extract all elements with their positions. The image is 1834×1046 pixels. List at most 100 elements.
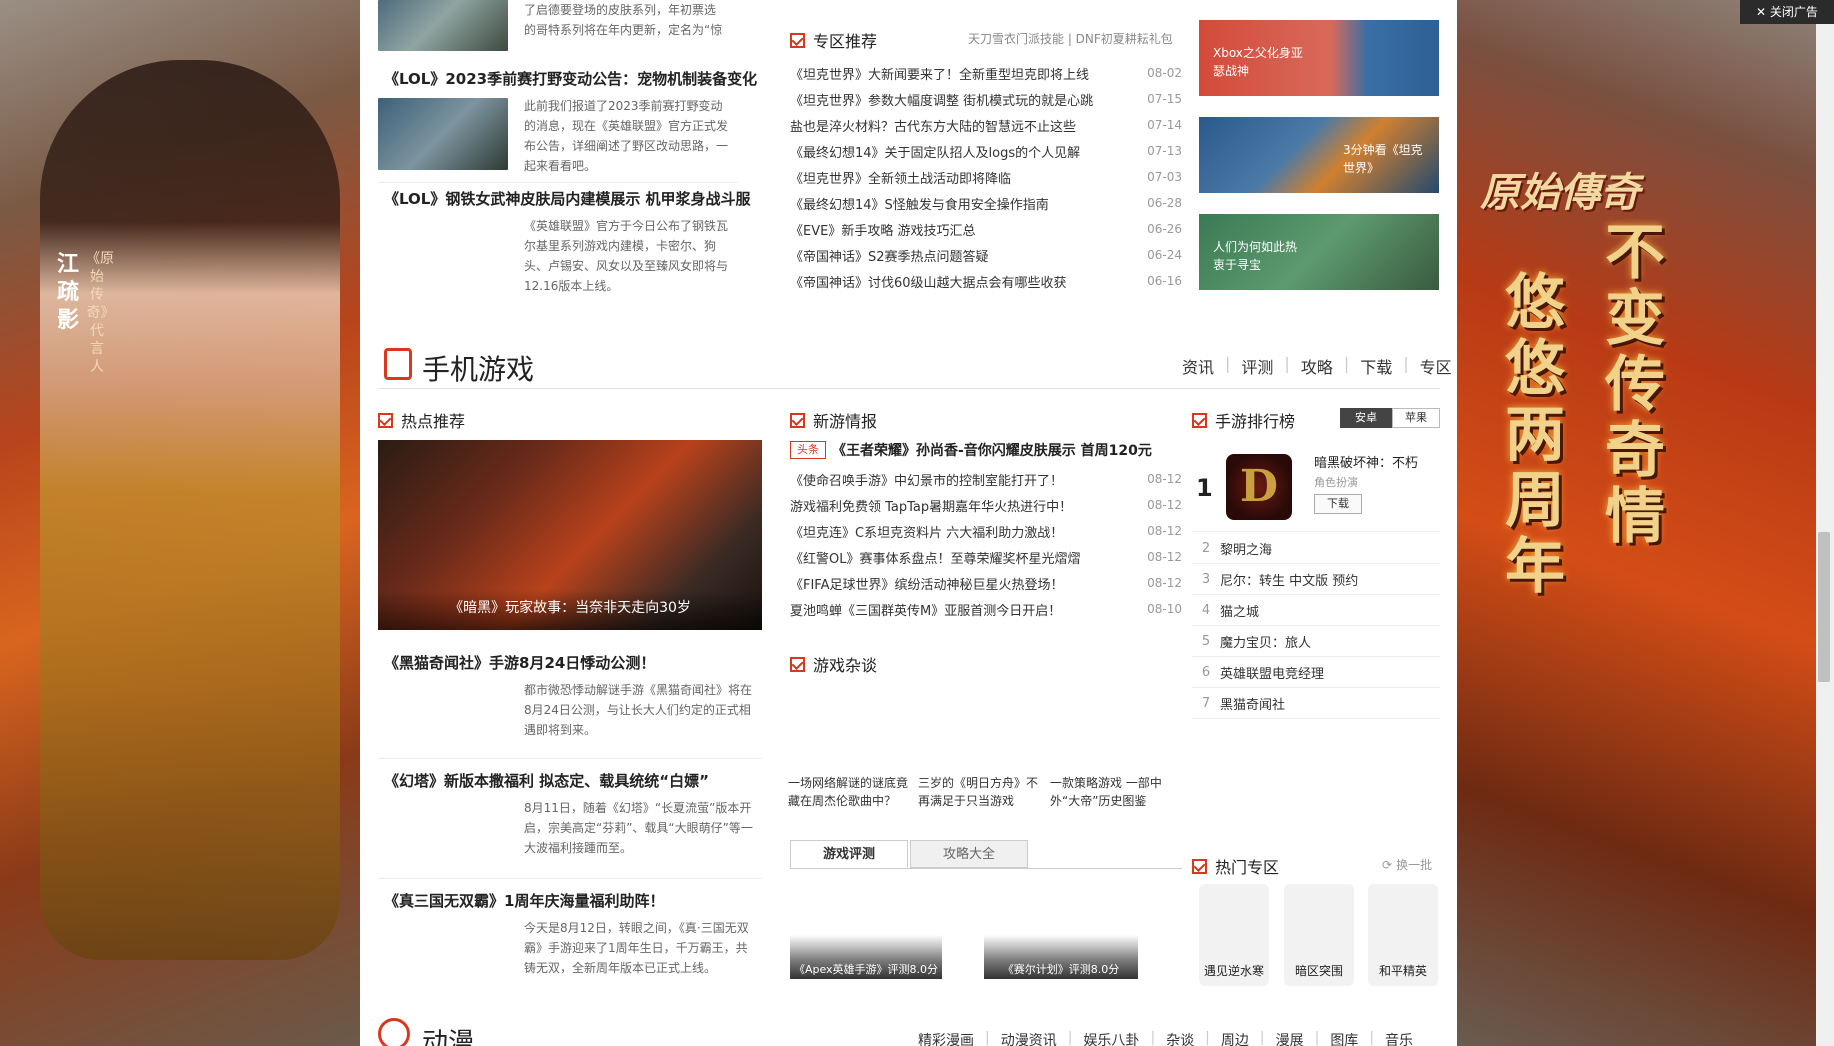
section-title: 手机游戏 (422, 353, 535, 386)
zone-rec-item[interactable]: 盐也是淬火材料？古代东方大陆的智慧远不止这些 07-14 (790, 112, 1182, 138)
zone-rec-item[interactable]: 《EVE》新手攻略 游戏技巧汇总 06-26 (790, 216, 1182, 242)
anime-nav-link[interactable]: 周边 (1221, 1030, 1249, 1046)
left-ad-banner[interactable]: 江疏影 《原始传奇》代言人 (0, 0, 360, 1046)
rank-game-name: 猫之城 (1220, 604, 1260, 620)
hot-news-desc: 今天是8月12日，转眼之间，《真·三国无双霸》手游迎来了1周年生日，千万霸王，共… (524, 921, 749, 975)
zone-rec-item-date: 07-03 (1147, 170, 1182, 184)
headline-row[interactable]: 头条 《王者荣耀》孙尚香-音你闪耀皮肤展示 首周120元 (790, 440, 1152, 460)
news-title[interactable]: 《LOL》钢铁女武神皮肤局内建模展示 机甲浆身战斗服 (384, 188, 751, 209)
news-thumb[interactable] (378, 0, 508, 51)
anime-nav-link[interactable]: 图库 (1330, 1030, 1358, 1046)
news-thumb[interactable] (378, 98, 508, 170)
news-title[interactable]: 《LOL》2023季前赛打野变动公告：宠物机制装备变化 (384, 68, 757, 89)
news-desc: 《英雄联盟》官方于今日公布了钢铁瓦尔基里系列游戏内建模，卡密尔、狗头、卢锡安、风… (524, 219, 729, 293)
misc-item[interactable]: 一款策略游戏 一部中外“大帝”历史图鉴 (1050, 774, 1175, 810)
anime-nav-link[interactable]: 精彩漫画 (918, 1030, 974, 1046)
new-item-date: 08-12 (1147, 498, 1182, 512)
anime-nav: 精彩漫画 | 动漫资讯 | 娱乐八卦 | 杂谈 | 周边 | 漫展 | 图库 | 音乐 (918, 1030, 1413, 1046)
checkmark-icon (790, 412, 805, 428)
new-item-title: 游戏福利免费领 TapTap暑期嘉年华火热进行中！ (790, 499, 1073, 515)
zone-card[interactable]: 暗区突围 (1284, 884, 1354, 986)
rank-item[interactable]: 5 魔力宝贝：旅人 (1192, 626, 1440, 657)
mobile-nav-link[interactable]: 评测 (1241, 354, 1273, 378)
zone-rec-item-title: 《EVE》新手攻略 游戏技巧汇总 (790, 223, 976, 239)
zone-rec-title: 专区推荐 (813, 32, 878, 51)
nav-separator: | (1259, 1030, 1265, 1046)
promo-card[interactable]: 人们为何如此热衷于寻宝 (1199, 214, 1439, 290)
zone-rec-links[interactable]: 天刀雪衣门派技能 | DNF初夏耕耘礼包 (968, 30, 1173, 47)
misc-item[interactable]: 一场网络解谜的谜底竟藏在周杰伦歌曲中？ (788, 774, 913, 810)
zone-card[interactable]: 和平精英 (1368, 884, 1438, 986)
review-card[interactable]: 《赛尔计划》评测8.0分 (984, 935, 1138, 979)
new-item-title: 《使命召唤手游》中幻景市的控制室能打开了！ (790, 473, 1064, 489)
rank-item[interactable]: 7 黑猫奇闻社 (1192, 688, 1440, 719)
new-item[interactable]: 《坦克连》C系坦克资料片 六大福利助力激战！ 08-12 (790, 518, 1182, 544)
misc-images (790, 682, 1182, 762)
review-card[interactable]: 《Apex英雄手游》评测8.0分 (790, 935, 942, 979)
zone-rec-item[interactable]: 《帝国神话》讨伐60级山越大据点会有哪些收获 06-16 (790, 268, 1182, 294)
hot-caption: 《暗黑》玩家故事：当奈非天走向30岁 (378, 590, 762, 630)
ad-slogan-b: 悠悠两周年 (1505, 268, 1565, 602)
mobile-nav-link[interactable]: 下载 (1360, 354, 1392, 378)
checkmark-icon (1192, 412, 1207, 428)
close-ad-button[interactable]: ✕ 关闭广告 (1740, 0, 1834, 24)
rank-item[interactable]: 3 尼尔：转生 中文版 预约 (1192, 564, 1440, 595)
hot-news-title[interactable]: 《真三国无双霸》1周年庆海量福利助阵！ (384, 890, 664, 911)
anime-nav-link[interactable]: 动漫资讯 (1001, 1030, 1057, 1046)
new-item[interactable]: 夏池鸣蝉《三国群英传M》亚服首测今日开启！ 08-10 (790, 596, 1182, 622)
spokesperson-image (40, 60, 340, 960)
rank-game-name: 魔力宝贝：旅人 (1220, 635, 1312, 651)
zone-card[interactable]: 遇见逆水寒 (1199, 884, 1269, 986)
anime-nav-link[interactable]: 音乐 (1385, 1030, 1413, 1046)
zone-rec-item[interactable]: 《帝国神话》S2赛季热点问题答疑 06-24 (790, 242, 1182, 268)
tab-reviews[interactable]: 游戏评测 (790, 840, 908, 868)
zone-rec-item-date: 06-28 (1147, 196, 1182, 210)
close-ad-label: 关闭广告 (1769, 5, 1818, 19)
promo-text: Xbox之父化身亚瑟战神 (1213, 46, 1303, 78)
mobile-nav: 资讯 | 评测 | 攻略 | 下载 | 专区 (1182, 354, 1452, 378)
anime-nav-link[interactable]: 漫展 (1276, 1030, 1304, 1046)
game-icon: D (1226, 454, 1292, 520)
mobile-nav-link[interactable]: 资讯 (1182, 354, 1214, 378)
zone-rec-item[interactable]: 《坦克世界》全新领土战活动即将降临 07-03 (790, 164, 1182, 190)
zone-rec-item[interactable]: 《坦克世界》大新闻要来了！全新重型坦克即将上线 08-02 (790, 60, 1182, 86)
new-item-title: 夏池鸣蝉《三国群英传M》亚服首测今日开启！ (790, 603, 1062, 619)
mobile-nav-link[interactable]: 专区 (1420, 354, 1452, 378)
headline-text: 《王者荣耀》孙尚香-音你闪耀皮肤展示 首周120元 (832, 443, 1152, 459)
misc-item[interactable]: 三岁的《明日方舟》不再满足于只当游戏 (918, 774, 1043, 810)
rank-tab-android[interactable]: 安卓 (1340, 408, 1392, 428)
zone-rec-item[interactable]: 《坦克世界》参数大幅度调整 街机模式玩的就是心跳 07-15 (790, 86, 1182, 112)
rank-top-item[interactable]: 1 D 暗黑破坏神：不朽 角色扮演 下载 (1192, 440, 1440, 532)
rank-item[interactable]: 6 英雄联盟电竞经理 (1192, 657, 1440, 688)
hot-feature-image[interactable]: 《暗黑》玩家故事：当奈非天走向30岁 (378, 440, 762, 630)
tab-guides[interactable]: 攻略大全 (910, 840, 1028, 868)
download-button[interactable]: 下载 (1314, 494, 1362, 514)
new-item[interactable]: 《红警OL》赛事体系盘点！至尊荣耀奖杯星光熠熠 08-12 (790, 544, 1182, 570)
rank-game-genre: 角色扮演 (1314, 476, 1358, 489)
new-item[interactable]: 游戏福利免费领 TapTap暑期嘉年华火热进行中！ 08-12 (790, 492, 1182, 518)
anime-nav-link[interactable]: 娱乐八卦 (1083, 1030, 1139, 1046)
anime-title: 动漫 (422, 1028, 475, 1046)
promo-card[interactable]: 3分钟看《坦克世界》 (1199, 117, 1439, 193)
checkmark-icon (1192, 858, 1207, 874)
zone-rec-item[interactable]: 《最终幻想14》关于固定队招人及logs的个人见解 07-13 (790, 138, 1182, 164)
zone-rec-item[interactable]: 《最终幻想14》S怪触发与食用安全操作指南 06-28 (790, 190, 1182, 216)
rank-tab-ios[interactable]: 苹果 (1392, 408, 1440, 428)
rank-game-name: 暗黑破坏神：不朽 (1314, 456, 1419, 471)
rank-item[interactable]: 4 猫之城 (1192, 595, 1440, 626)
new-item[interactable]: 《FIFA足球世界》缤纷活动神秘巨星火热登场！ 08-12 (790, 570, 1182, 596)
rank-item[interactable]: 2 黎明之海 (1192, 533, 1440, 564)
hot-news-title[interactable]: 《黑猫奇闻社》手游8月24日悸动公测！ (384, 652, 655, 673)
ad-slogan-a: 不变传奇情 (1605, 218, 1665, 552)
mobile-nav-link[interactable]: 攻略 (1301, 354, 1333, 378)
hot-title: 热点推荐 (401, 412, 466, 431)
hot-news-title[interactable]: 《幻塔》新版本撒福利 拟态定、载具统统“白嫖” (384, 770, 709, 791)
promo-card[interactable]: Xbox之父化身亚瑟战神 (1199, 20, 1439, 96)
new-item[interactable]: 《使命召唤手游》中幻景市的控制室能打开了！ 08-12 (790, 466, 1182, 492)
scrollbar-thumb[interactable] (1818, 532, 1830, 682)
nav-separator: | (1067, 1030, 1073, 1046)
news-desc: 了启德要登场的皮肤系列，年初票选的哥特系列将在年内更新，定名为“惊魂之夜（Fri… (524, 3, 723, 37)
promo-text: 3分钟看《坦克世界》 (1343, 143, 1423, 175)
refresh-button[interactable]: ⟳ 换一批 (1382, 856, 1432, 873)
anime-nav-link[interactable]: 杂谈 (1166, 1030, 1194, 1046)
